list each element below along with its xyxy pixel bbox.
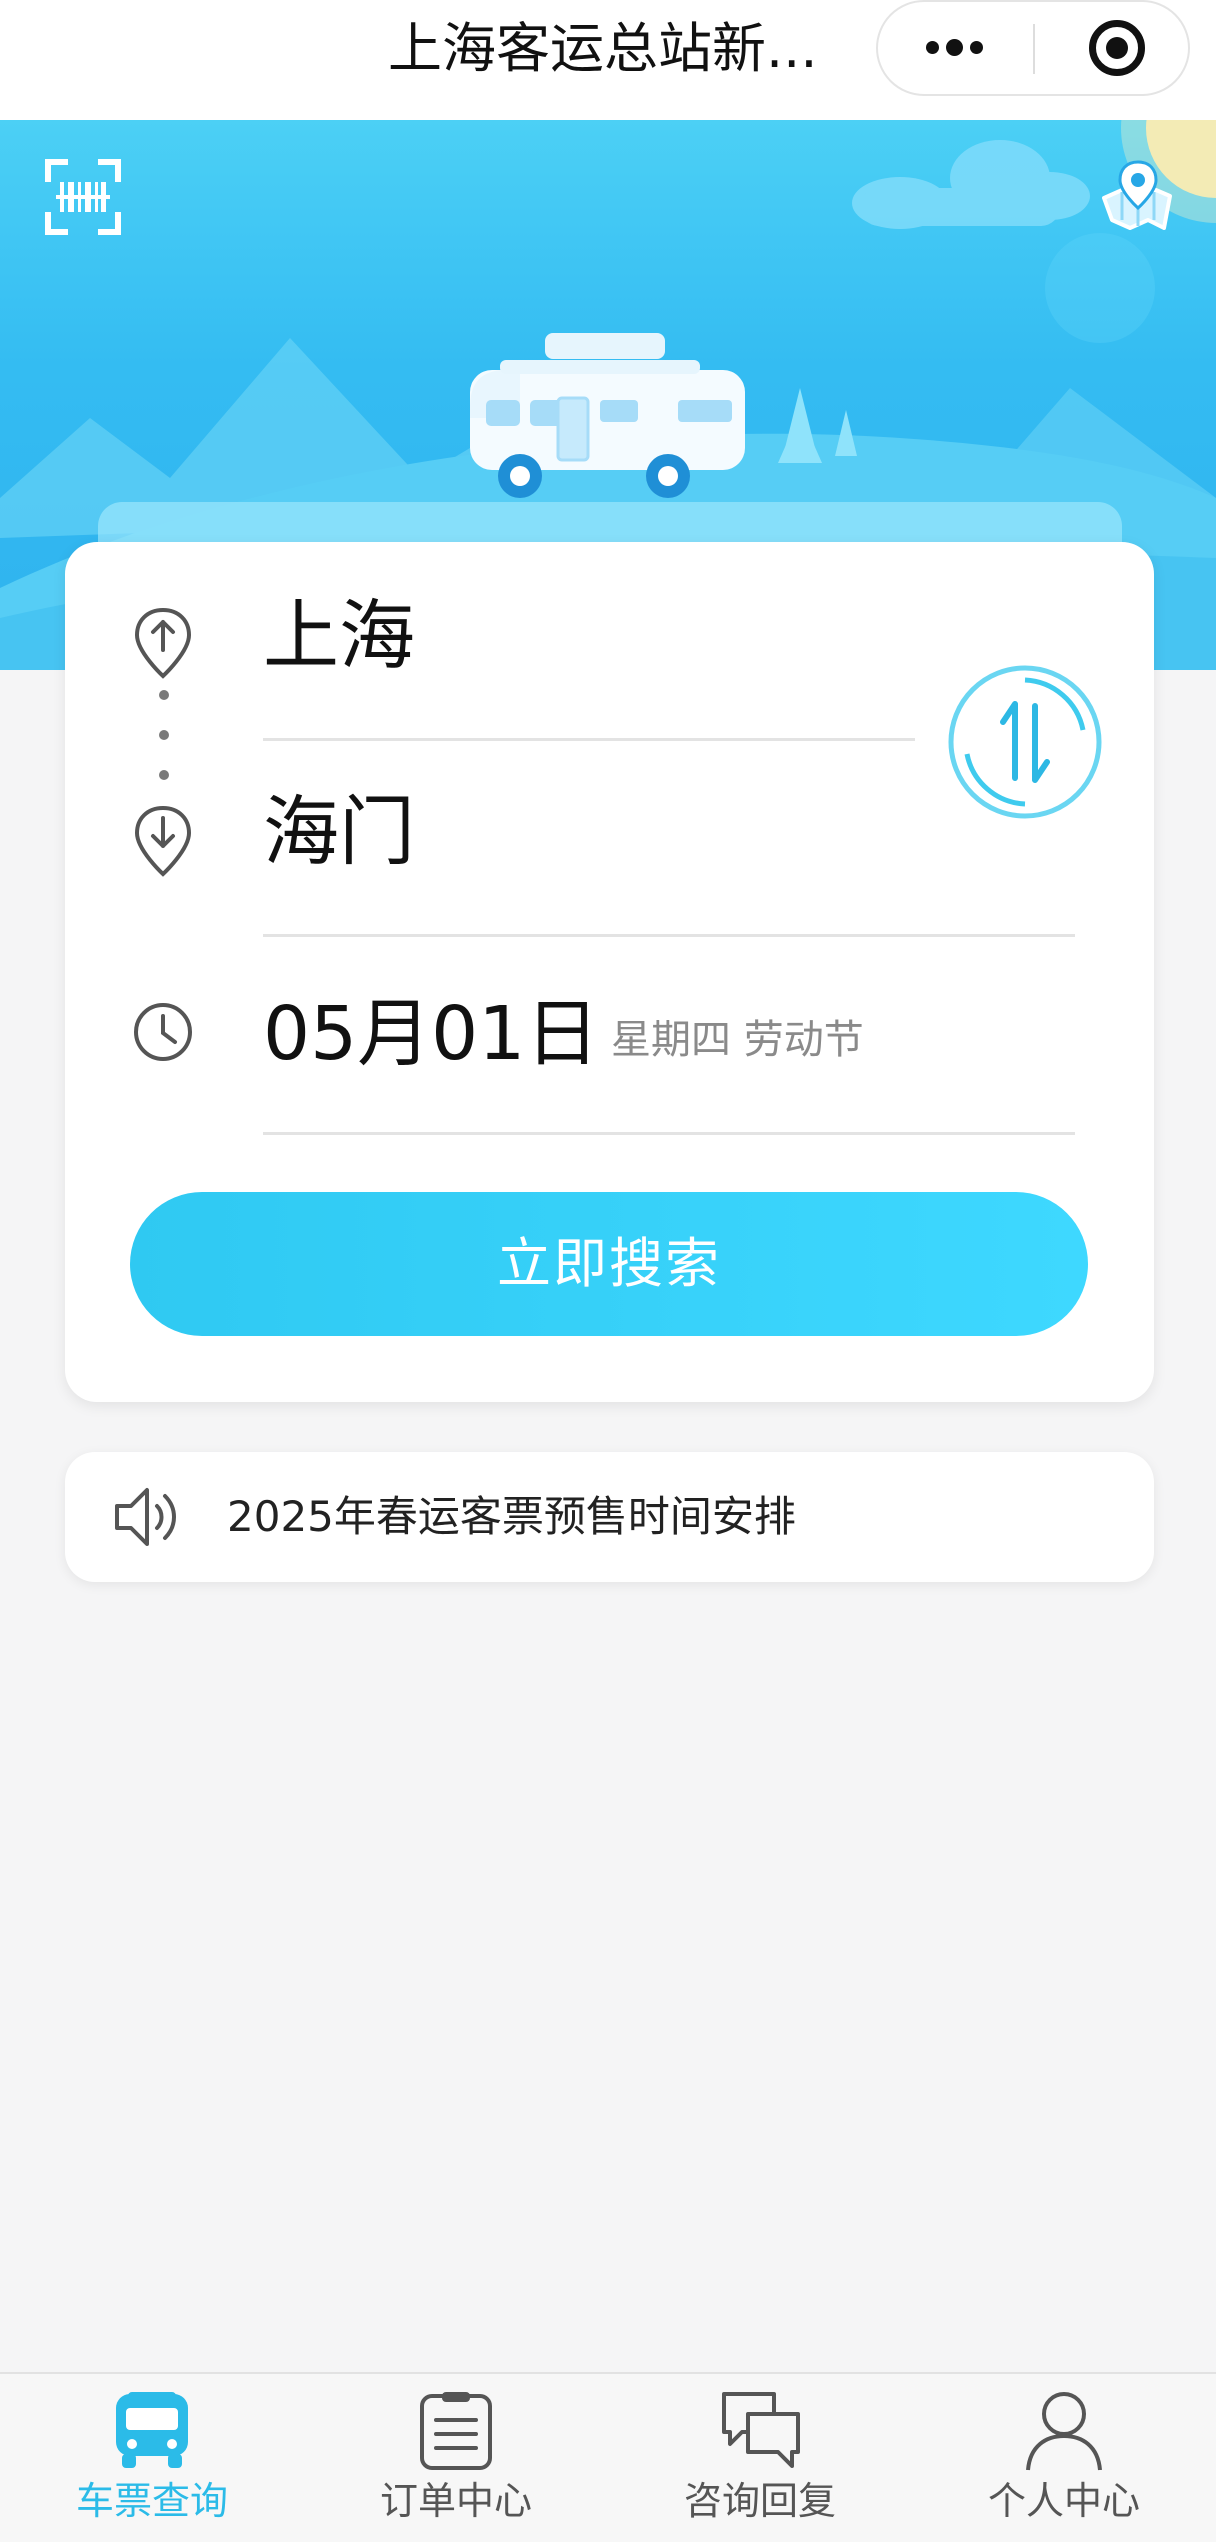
route-dot xyxy=(159,690,169,700)
divider xyxy=(263,934,1075,937)
search-card: 上海 海门 05月01日 星期四 劳动节 立即搜索 xyxy=(65,542,1154,1402)
scan-icon-graphic xyxy=(45,159,121,235)
tab-label: 咨询回复 xyxy=(683,2479,836,2523)
more-dots-icon[interactable] xyxy=(878,2,1034,94)
target-close-icon[interactable] xyxy=(1035,2,1190,94)
date-note: 星期四 劳动节 xyxy=(611,1017,864,1063)
departure-date[interactable]: 05月01日 xyxy=(263,984,599,1084)
divider xyxy=(263,738,915,741)
departure-pin-icon xyxy=(131,606,195,680)
map-icon-graphic xyxy=(1102,160,1172,230)
tab-personal-center[interactable]: 个人中心 xyxy=(912,2374,1216,2542)
speaker-icon xyxy=(113,1482,185,1552)
tab-label: 个人中心 xyxy=(987,2479,1140,2523)
page-title: 上海客运总站新... xyxy=(388,17,818,80)
tab-order-center[interactable]: 订单中心 xyxy=(304,2374,608,2542)
route-dot xyxy=(159,770,169,780)
arrival-pin-icon xyxy=(131,804,195,878)
chat-icon xyxy=(718,2388,802,2472)
close-core xyxy=(1106,37,1128,59)
search-button[interactable]: 立即搜索 xyxy=(130,1192,1088,1336)
bus-icon xyxy=(110,2388,194,2472)
tab-label: 订单中心 xyxy=(379,2479,532,2523)
tab-consult-reply[interactable]: 咨询回复 xyxy=(608,2374,912,2542)
clock-icon xyxy=(131,1000,195,1064)
clipboard-icon xyxy=(414,2388,498,2472)
tab-label: 车票查询 xyxy=(75,2479,228,2523)
to-city[interactable]: 海门 xyxy=(263,782,415,882)
dot xyxy=(946,39,963,56)
scan-icon[interactable] xyxy=(44,158,122,236)
dot xyxy=(970,41,983,54)
tab-ticket-query[interactable]: 车票查询 xyxy=(0,2374,304,2542)
divider xyxy=(263,1132,1075,1135)
dot xyxy=(926,41,939,54)
route-dot xyxy=(159,730,169,740)
nav-bar: 上海客运总站新... xyxy=(0,0,1216,120)
swap-icon[interactable] xyxy=(943,660,1107,824)
from-city[interactable]: 上海 xyxy=(263,586,415,686)
map-icon[interactable] xyxy=(1098,158,1176,236)
person-icon xyxy=(1022,2388,1106,2472)
app-page: 上海客运总站新... 上海 海门 05月01日 星期四 劳动节 立即搜索 202… xyxy=(0,0,1216,2542)
tab-bar: 车票查询 订单中心 咨询回复 个人中心 xyxy=(0,2372,1216,2542)
mini-program-capsule xyxy=(876,0,1190,96)
notice-text[interactable]: 2025年春运客票预售时间安排 xyxy=(227,1485,796,1549)
notice-bar[interactable]: 2025年春运客票预售时间安排 xyxy=(65,1452,1154,1582)
